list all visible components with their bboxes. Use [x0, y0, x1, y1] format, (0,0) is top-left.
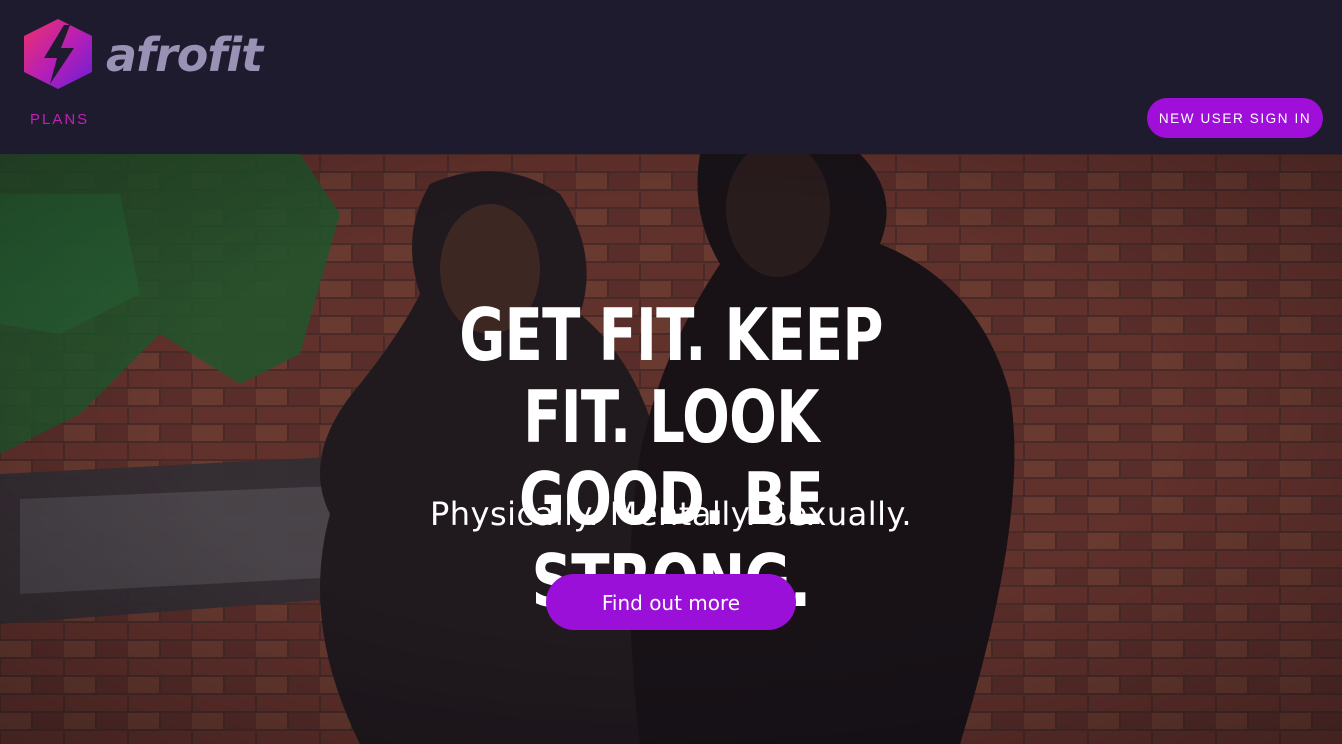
hero-section: GET FIT. KEEP FIT. LOOK GOOD. BE STRONG.… [0, 154, 1342, 744]
afrofit-logo[interactable]: afrofit [20, 16, 263, 92]
find-out-more-button[interactable]: Find out more [546, 574, 796, 630]
hero-headline: GET FIT. KEEP FIT. LOOK GOOD. BE STRONG. [459, 293, 883, 622]
lightning-hexagon-icon [24, 19, 92, 89]
site-header: afrofit PLANS NEW USER SIGN IN [0, 0, 1342, 154]
hero-subline: Physically. Mentally. Sexually. [429, 495, 913, 533]
logo-wordmark: afrofit [106, 28, 263, 82]
new-user-sign-in-button[interactable]: NEW USER SIGN IN [1147, 98, 1323, 138]
nav-plans-link[interactable]: PLANS [30, 111, 89, 128]
